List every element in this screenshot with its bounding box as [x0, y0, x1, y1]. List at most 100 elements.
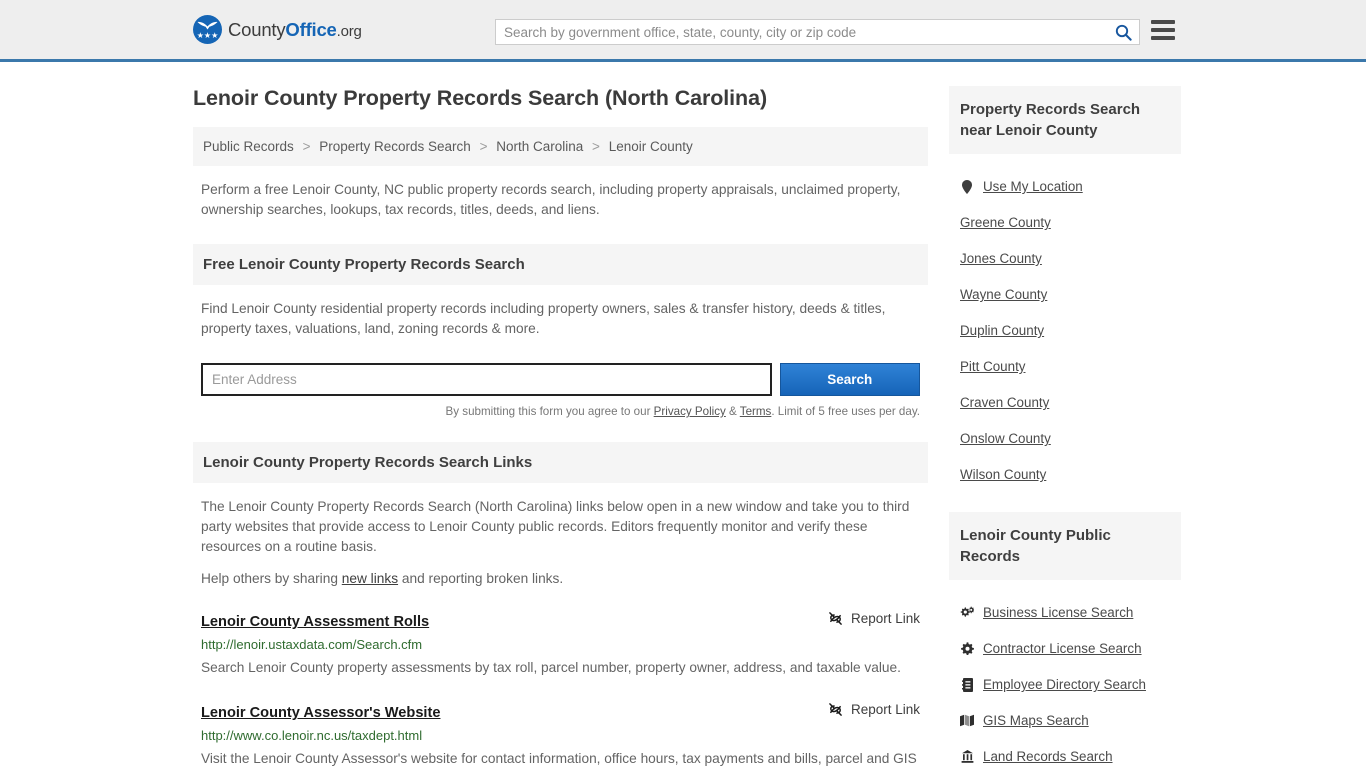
logo-wordmark: CountyOffice.org: [228, 19, 362, 41]
search-input[interactable]: [496, 20, 1107, 44]
breadcrumb-item-public-records[interactable]: Public Records: [203, 139, 294, 154]
sidebar-link-label[interactable]: Craven County: [960, 395, 1049, 410]
sidebar-item-jones-county[interactable]: Jones County: [960, 251, 1181, 266]
link-header-row: Lenoir County Assessment Rolls Report Li…: [201, 611, 920, 630]
sidebar-link-label[interactable]: Employee Directory Search: [983, 677, 1146, 692]
address-search-form: Search: [193, 351, 928, 396]
cogs-icon: [960, 606, 974, 619]
site-logo[interactable]: ★★★ CountyOffice.org: [193, 15, 362, 44]
sidebar-item-greene-county[interactable]: Greene County: [960, 215, 1181, 230]
sidebar-item-wayne-county[interactable]: Wayne County: [960, 287, 1181, 302]
hamburger-menu-icon[interactable]: [1151, 20, 1175, 40]
page-container: Lenoir County Property Records Search (N…: [0, 62, 1366, 768]
sidebar-item-use-my-location[interactable]: Use My Location: [960, 179, 1181, 194]
breadcrumb-separator: >: [592, 139, 600, 154]
report-link-label: Report Link: [851, 702, 920, 717]
address-book-icon: [960, 678, 974, 692]
sidebar: Property Records Search near Lenoir Coun…: [949, 86, 1181, 768]
breadcrumb: Public Records > Property Records Search…: [193, 127, 928, 166]
result-link-url: http://www.co.lenoir.nc.us/taxdept.html: [201, 728, 920, 743]
map-pin-icon: [960, 180, 974, 194]
breadcrumb-item-lenoir-county[interactable]: Lenoir County: [609, 139, 693, 154]
nearby-county-list: Use My Location Greene County Jones Coun…: [949, 154, 1181, 482]
free-search-panel-body: Find Lenoir County residential property …: [193, 285, 928, 339]
content-row: Lenoir County Property Records Search (N…: [193, 62, 1173, 768]
broken-link-icon: [828, 611, 843, 626]
site-header: ★★★ CountyOffice.org: [0, 0, 1366, 62]
hamburger-bar: [1151, 20, 1175, 24]
free-search-panel-heading: Free Lenoir County Property Records Sear…: [193, 244, 928, 285]
sidebar-link-label[interactable]: Use My Location: [983, 179, 1083, 194]
help-text-before: Help others by sharing: [201, 571, 342, 586]
breadcrumb-separator: >: [303, 139, 311, 154]
address-search-button[interactable]: Search: [780, 363, 921, 396]
logo-text-office: Office: [285, 19, 336, 40]
sidebar-link-label[interactable]: GIS Maps Search: [983, 713, 1089, 728]
intro-paragraph: Perform a free Lenoir County, NC public …: [193, 166, 928, 220]
sidebar-link-label[interactable]: Jones County: [960, 251, 1042, 266]
sidebar-link-label[interactable]: Duplin County: [960, 323, 1044, 338]
sidebar-link-label[interactable]: Pitt County: [960, 359, 1026, 374]
global-search-box[interactable]: [495, 19, 1140, 45]
report-link-label: Report Link: [851, 611, 920, 626]
sidebar-item-employee-directory-search[interactable]: Employee Directory Search: [960, 677, 1181, 692]
report-link-button[interactable]: Report Link: [828, 702, 920, 717]
gear-icon: [960, 642, 974, 655]
countyoffice-logo-icon: ★★★: [193, 15, 222, 44]
sidebar-link-label[interactable]: Wayne County: [960, 287, 1047, 302]
search-icon: [1115, 24, 1132, 41]
free-search-description: Find Lenoir County residential property …: [201, 299, 920, 339]
links-panel-help: Help others by sharing new links and rep…: [201, 569, 920, 589]
broken-link-icon: [828, 702, 843, 717]
list-item: Lenoir County Assessor's Website Report …: [193, 702, 928, 768]
map-icon: [960, 714, 974, 727]
list-item: Lenoir County Assessment Rolls Report Li…: [193, 611, 928, 680]
result-link-title[interactable]: Lenoir County Assessment Rolls: [201, 614, 429, 630]
links-panel-paragraph: The Lenoir County Property Records Searc…: [201, 497, 920, 557]
privacy-policy-link[interactable]: Privacy Policy: [654, 405, 726, 418]
help-text-after: and reporting broken links.: [398, 571, 563, 586]
logo-text-org: .org: [337, 23, 362, 40]
main-column: Lenoir County Property Records Search (N…: [193, 86, 928, 768]
terms-link[interactable]: Terms: [740, 405, 772, 418]
link-header-row: Lenoir County Assessor's Website Report …: [201, 702, 920, 721]
logo-text-county: County: [228, 19, 285, 40]
public-records-list: Business License Search Contractor Licen…: [949, 580, 1181, 764]
result-link-description: Search Lenoir County property assessment…: [201, 656, 920, 680]
links-panel-body: The Lenoir County Property Records Searc…: [193, 483, 928, 589]
result-link-title[interactable]: Lenoir County Assessor's Website: [201, 705, 440, 721]
report-link-button[interactable]: Report Link: [828, 611, 920, 626]
search-button[interactable]: [1107, 20, 1139, 44]
nearby-panel-heading: Property Records Search near Lenoir Coun…: [949, 86, 1181, 154]
sidebar-link-label[interactable]: Wilson County: [960, 467, 1046, 482]
result-link-description: Visit the Lenoir County Assessor's websi…: [201, 747, 920, 768]
disclaimer-text-before: By submitting this form you agree to our: [446, 405, 654, 418]
breadcrumb-item-property-records-search[interactable]: Property Records Search: [319, 139, 471, 154]
hamburger-bar: [1151, 28, 1175, 32]
sidebar-item-contractor-license-search[interactable]: Contractor License Search: [960, 641, 1181, 656]
sidebar-item-business-license-search[interactable]: Business License Search: [960, 605, 1181, 620]
new-links-link[interactable]: new links: [342, 571, 398, 586]
sidebar-link-label[interactable]: Greene County: [960, 215, 1051, 230]
sidebar-link-label[interactable]: Business License Search: [983, 605, 1133, 620]
links-panel-heading: Lenoir County Property Records Search Li…: [193, 442, 928, 483]
sidebar-link-label[interactable]: Contractor License Search: [983, 641, 1142, 656]
breadcrumb-item-north-carolina[interactable]: North Carolina: [496, 139, 583, 154]
result-link-url: http://lenoir.ustaxdata.com/Search.cfm: [201, 637, 920, 652]
form-disclaimer: By submitting this form you agree to our…: [193, 396, 928, 418]
address-input[interactable]: [201, 363, 772, 396]
records-panel-heading: Lenoir County Public Records: [949, 512, 1181, 580]
sidebar-item-duplin-county[interactable]: Duplin County: [960, 323, 1181, 338]
sidebar-item-gis-maps-search[interactable]: GIS Maps Search: [960, 713, 1181, 728]
sidebar-item-craven-county[interactable]: Craven County: [960, 395, 1181, 410]
sidebar-item-pitt-county[interactable]: Pitt County: [960, 359, 1181, 374]
logo-stars: ★★★: [193, 32, 222, 40]
disclaimer-text-after: . Limit of 5 free uses per day.: [771, 405, 920, 418]
sidebar-item-onslow-county[interactable]: Onslow County: [960, 431, 1181, 446]
page-title: Lenoir County Property Records Search (N…: [193, 86, 928, 111]
sidebar-link-label[interactable]: Land Records Search: [983, 749, 1113, 764]
sidebar-item-wilson-county[interactable]: Wilson County: [960, 467, 1181, 482]
sidebar-link-label[interactable]: Onslow County: [960, 431, 1051, 446]
sidebar-item-land-records-search[interactable]: Land Records Search: [960, 749, 1181, 764]
breadcrumb-separator: >: [480, 139, 488, 154]
